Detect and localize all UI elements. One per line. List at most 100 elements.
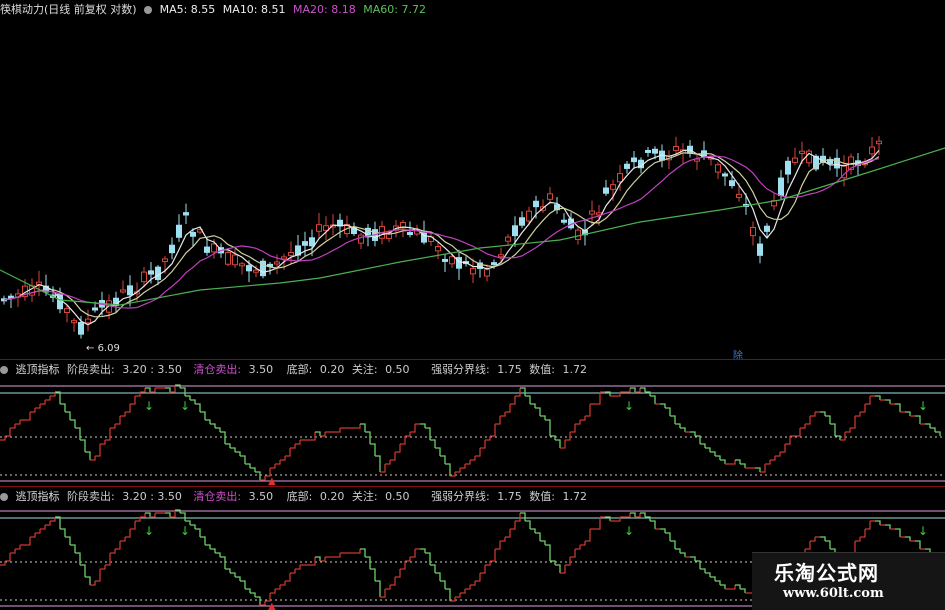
- oscillator-step: [740, 588, 746, 593]
- candle-down: [729, 180, 735, 187]
- candle-down: [155, 266, 161, 281]
- oscillator-step: [520, 512, 526, 521]
- oscillator-step: [45, 396, 51, 401]
- candle-down: [624, 163, 630, 169]
- candle-up: [673, 146, 679, 151]
- oscillator-step: [120, 537, 126, 542]
- oscillator-step: [665, 407, 671, 416]
- candle-up: [526, 210, 532, 222]
- oscillator-step: [825, 415, 831, 424]
- oscillator-step: [795, 428, 801, 437]
- oscillator-step: [730, 585, 736, 590]
- oscillator-step: [520, 387, 526, 396]
- oscillator-step: [800, 424, 806, 429]
- oscillator-step: [55, 516, 61, 529]
- oscillator-step: [100, 565, 106, 570]
- oscillator-step: [355, 549, 361, 554]
- oscillator-step: [425, 427, 431, 440]
- oscillator-step: [585, 404, 591, 417]
- min-price-label: ← 6.09: [86, 343, 120, 354]
- oscillator-step: [490, 549, 496, 562]
- indicator-chart-1[interactable]: ↓ ↓ ↓ ↓ ▲: [0, 380, 945, 485]
- candle-down: [246, 265, 252, 272]
- oscillator-step: [670, 540, 676, 549]
- oscillator-step: [140, 388, 146, 393]
- oscillator-step: [100, 440, 106, 445]
- oscillator-step: [625, 513, 631, 518]
- watermark-url: www.60lt.com: [783, 586, 884, 601]
- oscillator-step: [245, 588, 251, 593]
- sell-arrow-icon: ↓: [180, 399, 190, 413]
- oscillator-step: [480, 440, 486, 449]
- oscillator-step: [335, 428, 341, 433]
- oscillator-step: [495, 416, 501, 425]
- value-label: 数值:: [529, 363, 555, 376]
- candle-down: [204, 246, 210, 253]
- stage-values: 3.20 : 3.50: [122, 363, 182, 376]
- candle-down: [631, 157, 637, 163]
- oscillator-step: [290, 444, 296, 449]
- oscillator-step: [640, 512, 646, 517]
- oscillator-step: [895, 528, 901, 537]
- oscillator-step: [575, 420, 581, 425]
- watch-label: 关注:: [351, 363, 378, 376]
- oscillator-step: [255, 596, 261, 605]
- oscillator-step: [605, 516, 611, 521]
- oscillator-step: [55, 391, 61, 404]
- oscillator-step: [215, 427, 221, 432]
- oscillator-step: [275, 460, 281, 465]
- oscillator-step: [310, 557, 316, 566]
- oscillator-step: [355, 424, 361, 429]
- oscillator-step: [865, 521, 871, 530]
- candle-down: [169, 244, 175, 254]
- oscillator-step: [115, 541, 121, 550]
- oscillator-step: [380, 464, 386, 473]
- oscillator-step: [75, 552, 81, 565]
- candle-down: [309, 237, 315, 247]
- oscillator-step: [60, 528, 66, 537]
- oscillator-step: [115, 416, 121, 425]
- oscillator-step: [280, 456, 286, 461]
- oscillator-step: [630, 512, 636, 517]
- oscillator-step: [660, 528, 666, 533]
- indicator-circle-icon[interactable]: [0, 366, 8, 374]
- candle-down: [176, 224, 182, 238]
- oscillator-step: [460, 464, 466, 469]
- candle-up: [750, 226, 756, 237]
- oscillator-step: [850, 416, 856, 429]
- oscillator-step: [855, 412, 861, 417]
- oscillator-step: [445, 588, 451, 601]
- candle-up: [141, 271, 147, 283]
- oscillator-step: [310, 432, 316, 441]
- price-chart[interactable]: [0, 0, 945, 350]
- candle-up: [617, 173, 623, 183]
- oscillator-step: [735, 584, 741, 589]
- candle-down: [757, 243, 763, 256]
- oscillator-step: [535, 407, 541, 416]
- oscillator-step: [225, 443, 231, 448]
- boundary-value: 1.75: [497, 363, 522, 376]
- oscillator-step: [290, 569, 296, 574]
- candle-up: [316, 224, 322, 232]
- oscillator-step: [640, 387, 646, 392]
- oscillator-step: [680, 552, 686, 557]
- indicator-circle-icon[interactable]: [0, 493, 8, 501]
- oscillator-step: [360, 548, 366, 557]
- oscillator-step: [150, 513, 156, 518]
- candle-up: [274, 261, 280, 265]
- candle-up: [505, 236, 511, 242]
- oscillator-step: [885, 399, 891, 404]
- oscillator-step: [770, 456, 776, 461]
- sell-arrow-icon: ↓: [624, 524, 634, 538]
- oscillator-step: [690, 556, 696, 561]
- oscillator-step: [195, 403, 201, 412]
- oscillator-step: [580, 541, 586, 546]
- oscillator-step: [460, 589, 466, 594]
- oscillator-step: [85, 576, 91, 585]
- bottom-value: 0.20: [319, 490, 345, 503]
- oscillator-step: [930, 427, 936, 432]
- candle-up: [85, 318, 91, 324]
- oscillator-step: [380, 589, 386, 598]
- indicator-header-2: 逃顶指标 阶段卖出: 3.20 : 3.50 清仓卖出: 3.50 底部: 0.…: [0, 490, 591, 504]
- candle-up: [736, 193, 742, 198]
